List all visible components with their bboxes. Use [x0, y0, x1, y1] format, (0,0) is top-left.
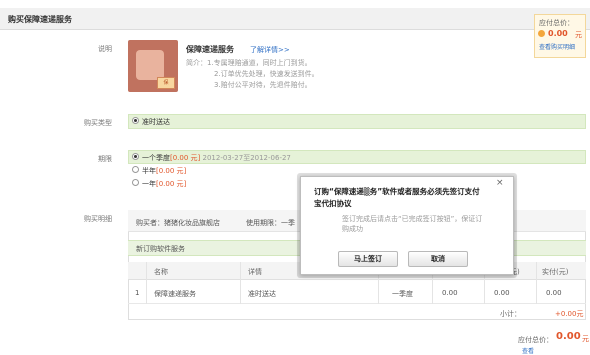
- period-radio-quarter[interactable]: [132, 153, 139, 160]
- period-label: 期限: [98, 155, 112, 163]
- column-header-paid: 实付(元): [542, 268, 569, 276]
- column-header-detail: 详情: [248, 268, 262, 276]
- modal-hint: 签订完成后请点击“已完成签订按钮”，保证订: [342, 215, 483, 223]
- grand-total-value: 0.00: [556, 331, 581, 342]
- buyer-text: 购买者：猪猪化妆品旗舰店: [136, 219, 220, 227]
- cancel-button[interactable]: 取消: [408, 251, 468, 267]
- grand-total-label: 应付总价：: [518, 336, 553, 344]
- row-detail: 准时送达: [248, 290, 276, 298]
- purchase-type-label: 购买类型: [84, 119, 112, 127]
- new-order-label: 新订购软件服务: [136, 245, 185, 253]
- product-desc-line: 3.赔付公平对待，先退件赔付。: [214, 81, 312, 89]
- subtotal-value: +0.00元: [555, 310, 584, 318]
- purchase-type-bar: [128, 114, 586, 129]
- row-discount: 0.00: [494, 289, 510, 297]
- period-radio-year[interactable]: [132, 179, 139, 186]
- grand-total-unit: 元: [582, 335, 589, 343]
- row-name: 保障速递服务: [154, 290, 196, 298]
- detail-link[interactable]: 了解详情>>: [250, 45, 290, 55]
- row-paid: 0.00: [546, 289, 562, 297]
- total-price-label: 应付总价：: [539, 19, 574, 27]
- product-figure-icon: [136, 50, 164, 80]
- purchase-type-option: 准时送达: [142, 118, 170, 126]
- sign-now-button[interactable]: 马上签订: [338, 251, 398, 267]
- subtotal-label: 小计：: [500, 310, 521, 318]
- table-row: [128, 282, 586, 304]
- total-price-value: 0.00: [548, 29, 568, 38]
- product-name: 保障速递服务: [186, 45, 234, 54]
- row-period: 一季度: [392, 290, 413, 298]
- period-range: 2012-03-27至2012-06-27: [202, 154, 291, 162]
- description-label: 说明: [98, 45, 112, 53]
- product-tag: 保: [157, 77, 175, 89]
- modal-title: 订购“保障速递▒务”软件或者服务必须先签订支付: [314, 187, 480, 196]
- row-price: 0.00: [442, 289, 458, 297]
- page-header: [0, 8, 590, 30]
- coin-icon: [538, 30, 545, 37]
- period-option-year: 一年[0.00 元]: [142, 180, 187, 188]
- modal-title-continued: 宝代扣协议: [314, 199, 352, 208]
- modal-hint-continued: 购成功: [342, 225, 363, 233]
- purchase-list-label: 购买明细: [84, 215, 112, 223]
- period-option-quarter: 一个季度[0.00 元] 2012-03-27至2012-06-27: [142, 154, 291, 162]
- product-desc-line: 2.订单优先处理，快速发送到件。: [214, 70, 319, 78]
- purchase-type-radio[interactable]: [132, 117, 139, 124]
- usage-period-text: 使用期限：一季: [246, 219, 295, 227]
- column-divider: [536, 262, 537, 304]
- total-price-unit: 元: [575, 31, 582, 39]
- product-image: 保: [128, 40, 178, 92]
- row-index: 1: [135, 289, 140, 297]
- close-icon[interactable]: ×: [496, 178, 504, 188]
- column-header-name: 名称: [154, 268, 168, 276]
- view-purchase-detail-link[interactable]: 查看购买明细: [539, 42, 575, 51]
- page-title: 购买保障速递服务: [8, 15, 72, 24]
- period-radio-half-year[interactable]: [132, 166, 139, 173]
- period-option-half-year: 半年[0.00 元]: [142, 167, 187, 175]
- column-divider: [240, 262, 241, 304]
- product-desc-line: 简介：1.专属理赔通道，同时上门到货。: [186, 59, 312, 67]
- column-divider: [146, 262, 147, 304]
